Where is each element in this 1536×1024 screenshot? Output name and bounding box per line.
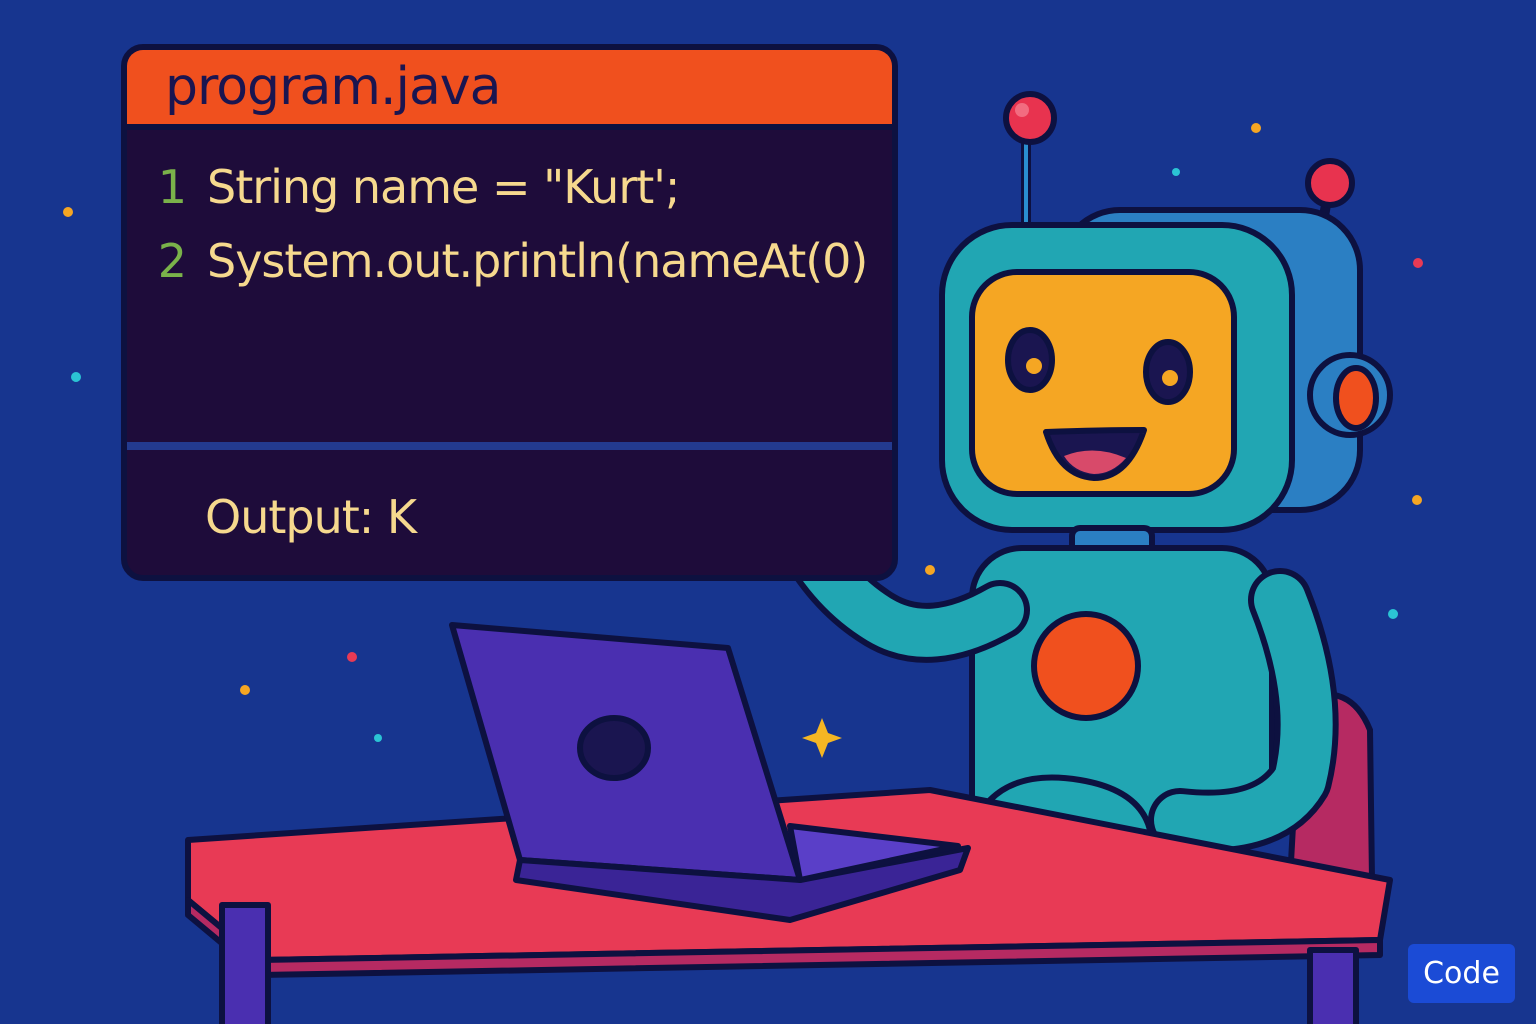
- code-button[interactable]: Code: [1408, 944, 1515, 1003]
- code-line: 1 String name = "Kurt';: [127, 160, 892, 234]
- code-line: 2 System.out.println(nameAt(0): [127, 234, 892, 308]
- line-code: System.out.println(nameAt(0): [207, 234, 868, 288]
- code-area: 1 String name = "Kurt'; 2 System.out.pri…: [127, 160, 892, 308]
- editor-header: program.java: [127, 50, 892, 130]
- line-number: 2: [157, 234, 187, 288]
- file-name: program.java: [165, 57, 501, 117]
- line-code: String name = "Kurt';: [207, 160, 680, 214]
- code-editor-panel: program.java 1 String name = "Kurt'; 2 S…: [121, 44, 898, 581]
- output-divider: [127, 442, 892, 450]
- line-number: 1: [157, 160, 187, 214]
- output-text: Output: K: [205, 490, 417, 544]
